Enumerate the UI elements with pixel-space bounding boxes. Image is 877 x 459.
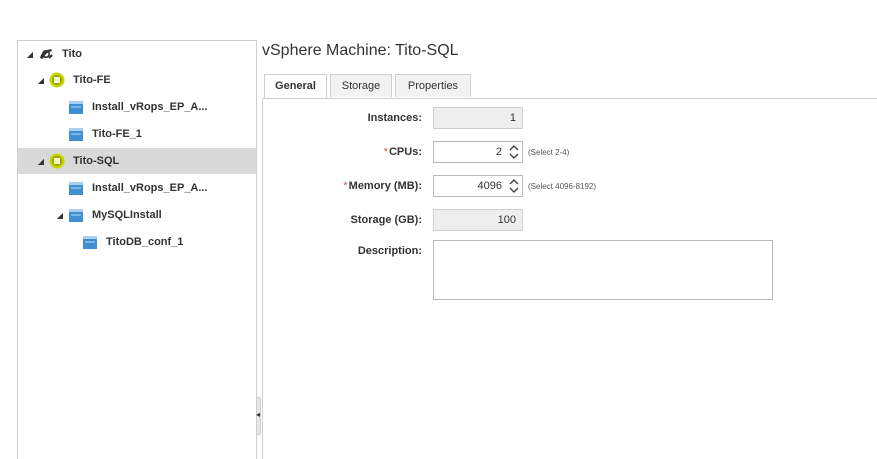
required-marker: * <box>383 146 388 158</box>
tree-item-label: Tito <box>62 48 82 60</box>
description-label-text: Description: <box>357 245 422 257</box>
software-component-icon <box>68 180 84 196</box>
storage-label: Storage (GB): <box>351 214 423 226</box>
storage-label-text: Storage (GB): <box>350 214 423 226</box>
memory-label: *Memory (MB): <box>343 180 422 192</box>
tree-item-tito[interactable]: ◢ Tito <box>18 41 256 67</box>
cpus-label: *CPUs: <box>384 146 422 158</box>
blueprint-icon <box>38 46 54 62</box>
expand-toggle-icon[interactable]: ◢ <box>25 50 35 59</box>
blueprint-tree: ◢ Tito ◢ Tito-FE Install_vRops_EP_A... T… <box>17 40 257 459</box>
tree-item-mysqlinstall[interactable]: ◢ MySQLInstall <box>18 202 256 228</box>
software-component-icon <box>82 234 98 250</box>
vm-component-icon <box>49 153 65 169</box>
expand-toggle-icon[interactable]: ◢ <box>36 76 46 85</box>
instances-field: 1 <box>433 107 523 129</box>
tree-item-label: Tito-SQL <box>73 155 120 167</box>
page: ◢ Tito ◢ Tito-FE Install_vRops_EP_A... T… <box>0 0 877 459</box>
tree-item-label: MySQLInstall <box>92 209 162 221</box>
description-label: Description: <box>358 245 422 257</box>
software-component-icon <box>68 207 84 223</box>
tree-item-tito-sql[interactable]: ◢ Tito-SQL <box>18 148 256 174</box>
vm-component-icon <box>49 72 65 88</box>
cpus-label-text: CPUs: <box>388 146 422 158</box>
description-textarea[interactable] <box>433 240 773 300</box>
expand-toggle-icon[interactable]: ◢ <box>36 157 46 166</box>
panel-collapse-handle[interactable]: ◂ <box>256 397 261 435</box>
cpus-spinner-icon[interactable] <box>508 142 520 162</box>
tree-item-label: Tito-FE_1 <box>92 128 142 140</box>
memory-spinner-icon[interactable] <box>508 176 520 196</box>
tab-properties[interactable]: Properties <box>395 74 471 97</box>
page-title: vSphere Machine: Tito-SQL <box>262 42 459 59</box>
tab-general[interactable]: General <box>264 74 327 98</box>
instances-label-text: Instances: <box>367 112 422 124</box>
software-component-icon <box>68 99 84 115</box>
tree-item-label: TitoDB_conf_1 <box>106 236 184 248</box>
tree-item-label: Install_vRops_EP_A... <box>92 182 208 194</box>
instances-label: Instances: <box>368 112 422 124</box>
required-marker: * <box>343 180 348 192</box>
cpus-hint: (Select 2-4) <box>528 148 570 157</box>
collapse-arrow-icon: ◂ <box>256 410 261 419</box>
tree-item-install-vrops-sql[interactable]: Install_vRops_EP_A... <box>18 175 256 201</box>
expand-toggle-icon[interactable]: ◢ <box>55 211 65 220</box>
tree-item-label: Tito-FE <box>73 74 111 86</box>
tree-item-titodb-conf-1[interactable]: TitoDB_conf_1 <box>18 229 256 255</box>
memory-label-text: Memory (MB): <box>348 180 422 192</box>
tab-storage[interactable]: Storage <box>330 74 392 97</box>
tree-item-tito-fe-1[interactable]: Tito-FE_1 <box>18 121 256 147</box>
memory-hint: (Select 4096-8192) <box>528 182 597 191</box>
tab-bar: General Storage Properties <box>262 74 877 99</box>
tree-item-tito-fe[interactable]: ◢ Tito-FE <box>18 67 256 93</box>
tree-item-install-vrops-fe[interactable]: Install_vRops_EP_A... <box>18 94 256 120</box>
software-component-icon <box>68 126 84 142</box>
general-form: Instances: 1 *CPUs: 2 (Select 2-4) *Memo… <box>262 99 877 459</box>
storage-field: 100 <box>433 209 523 231</box>
tree-item-label: Install_vRops_EP_A... <box>92 101 208 113</box>
